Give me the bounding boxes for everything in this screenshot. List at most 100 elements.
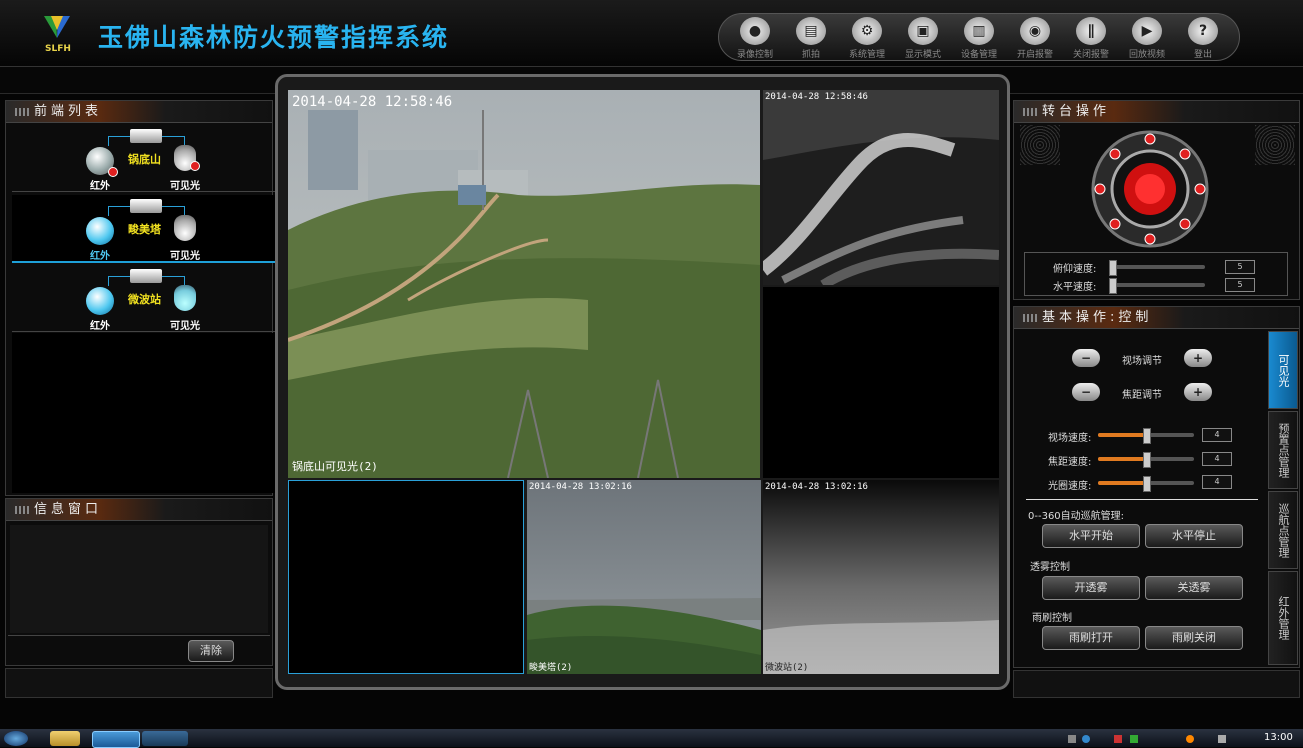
pan-speed-value[interactable]: 5 [1225, 278, 1255, 292]
basic-control-title-text: 基本操作:控制 [1042, 310, 1153, 325]
toolbar-label: 抓拍 [801, 50, 820, 60]
focus-speed-label: 焦距速度: [1048, 457, 1092, 468]
cruise-stop-button[interactable]: 水平停止 [1145, 524, 1243, 548]
video-slot-selected[interactable] [288, 480, 524, 674]
info-window-panel: 信息窗口 清除 [5, 498, 273, 666]
tab-preset-management[interactable]: 预置点管理 [1268, 411, 1298, 489]
focus-speed-slider[interactable] [1098, 452, 1194, 468]
toolbar-device-management-button[interactable]: ▥ 设备管理 [953, 14, 1005, 60]
slider-fill [1098, 481, 1146, 485]
thermal-scene-image [763, 480, 999, 674]
defog-off-button[interactable]: 关透雾 [1145, 576, 1243, 600]
toolbar-video-control-button[interactable]: ● 录像控制 [729, 14, 781, 60]
taskbar-clock[interactable]: 13:00 [1264, 732, 1293, 743]
toolbar-label: 显示模式 [904, 50, 941, 60]
main-toolbar: ● 录像控制 ▤ 抓拍 ⚙ 系统管理 ▣ 显示模式 ▥ 设备管理 ◉ 开启报警 … [718, 13, 1240, 61]
tray-icon[interactable] [1114, 735, 1122, 743]
tilt-speed-slider[interactable] [1109, 260, 1205, 276]
focus-minus-button[interactable]: − [1072, 383, 1100, 401]
tab-cruise-management[interactable]: 巡航点管理 [1268, 491, 1298, 569]
link-line [108, 136, 109, 146]
grille-decoration [1255, 125, 1295, 165]
fov-plus-button[interactable]: + [1184, 349, 1212, 367]
grip-icon [15, 108, 29, 116]
tray-icon[interactable] [1186, 735, 1194, 743]
slider-knob[interactable] [1109, 278, 1117, 294]
ptz-speed-group: 俯仰速度: 5 水平速度: 5 [1024, 252, 1288, 296]
offline-badge-icon [190, 161, 200, 171]
volume-icon[interactable] [1218, 735, 1226, 743]
video-main[interactable]: 2014-04-28 12:58:46 锅底山可见光(2) [288, 90, 760, 478]
device-item-junmeita[interactable]: 畯美塔 红外 可见光 [12, 195, 276, 263]
video-thermal-bottom[interactable]: 2014-04-28 13:02:16 微波站(2) [763, 480, 999, 674]
toolbar-label: 回放视频 [1128, 50, 1165, 60]
visible-light-label: 可见光 [170, 251, 200, 262]
forest-scene-image [288, 90, 760, 478]
toolbar-snapshot-button[interactable]: ▤ 抓拍 [785, 14, 837, 60]
video-bottom-middle[interactable]: 2014-04-28 13:02:16 畯美塔(2) [527, 480, 761, 674]
infrared-label: 红外 [90, 181, 110, 192]
toolbar-alarm-off-button[interactable]: ∥ 关闭报警 [1065, 14, 1117, 60]
video-caption: 微波站(2) [765, 663, 809, 673]
left-footer [5, 668, 273, 698]
device-management-icon: ▥ [964, 17, 994, 45]
device-name: 微波站 [128, 293, 161, 306]
os-taskbar: 13:00 [0, 729, 1303, 748]
slider-knob[interactable] [1109, 260, 1117, 276]
toolbar-system-settings-button[interactable]: ⚙ 系统管理 [841, 14, 893, 60]
logo-text: SLFH [45, 44, 71, 54]
toolbar-label: 系统管理 [848, 50, 885, 60]
device-item-guodishan[interactable]: 锅底山 红外 可见光 [12, 125, 276, 192]
toolbar-logout-button[interactable]: ? 登出 [1177, 14, 1229, 60]
defog-on-button[interactable]: 开透雾 [1042, 576, 1140, 600]
fov-speed-slider[interactable] [1098, 428, 1194, 444]
focus-speed-value[interactable]: 4 [1202, 452, 1232, 466]
front-list-panel: 前端列表 锅底山 红外 可见光 畯美塔 红外 可见光 微波站 红外 可见光 [5, 100, 276, 496]
infrared-camera-icon[interactable] [86, 217, 114, 245]
slider-knob[interactable] [1143, 428, 1151, 444]
link-line [162, 136, 184, 137]
folder-icon[interactable] [50, 731, 80, 746]
toolbar-playback-button[interactable]: ▶ 回放视频 [1121, 14, 1173, 60]
tray-icon[interactable] [1130, 735, 1138, 743]
info-log-area[interactable] [10, 525, 268, 633]
visible-light-camera-icon[interactable] [174, 215, 196, 241]
slider-knob[interactable] [1143, 452, 1151, 468]
slider-knob[interactable] [1143, 476, 1151, 492]
start-button-icon[interactable] [4, 731, 28, 746]
wiper-off-button[interactable]: 雨刷关闭 [1145, 626, 1243, 650]
device-item-weibozhan[interactable]: 微波站 红外 可见光 [12, 265, 276, 332]
iris-speed-value[interactable]: 4 [1202, 475, 1232, 489]
tab-infrared-management[interactable]: 红外管理 [1268, 571, 1298, 665]
video-slot-empty[interactable] [763, 287, 999, 478]
system-tray[interactable] [1058, 731, 1248, 746]
app-taskbar-button-icon[interactable] [142, 731, 188, 746]
fov-minus-button[interactable]: − [1072, 349, 1100, 367]
toolbar-alarm-on-button[interactable]: ◉ 开启报警 [1009, 14, 1061, 60]
video-thermal-top[interactable]: 2014-04-28 12:58:46 [763, 90, 999, 285]
front-list-title-text: 前端列表 [34, 104, 103, 119]
focus-adjust-label: 焦距调节 [1122, 390, 1162, 401]
tab-visible-light[interactable]: 可见光 [1268, 331, 1298, 409]
cruise-start-button[interactable]: 水平开始 [1042, 524, 1140, 548]
basic-control-panel: 基本操作:控制 − 视场调节 + − 焦距调节 + 视场速度: 4 焦距速度: … [1013, 306, 1300, 668]
infrared-camera-icon[interactable] [86, 287, 114, 315]
app-logo: SLFH [36, 14, 80, 60]
server-icon [130, 269, 162, 283]
focus-plus-button[interactable]: + [1184, 383, 1212, 401]
ptz-title: 转台操作 [1014, 101, 1299, 123]
visible-light-camera-icon[interactable] [174, 285, 196, 311]
clear-button[interactable]: 清除 [188, 640, 234, 662]
tilt-speed-value[interactable]: 5 [1225, 260, 1255, 274]
slider-fill [1098, 457, 1146, 461]
iris-speed-slider[interactable] [1098, 476, 1194, 492]
fov-speed-value[interactable]: 4 [1202, 428, 1232, 442]
wiper-on-button[interactable]: 雨刷打开 [1042, 626, 1140, 650]
tray-icon[interactable] [1082, 735, 1090, 743]
ptz-direction-pad[interactable] [1090, 129, 1210, 249]
pan-speed-slider[interactable] [1109, 278, 1205, 294]
toolbar-display-mode-button[interactable]: ▣ 显示模式 [897, 14, 949, 60]
right-footer [1013, 670, 1300, 698]
app-taskbar-button-icon[interactable] [92, 731, 140, 748]
tray-icon[interactable] [1068, 735, 1076, 743]
